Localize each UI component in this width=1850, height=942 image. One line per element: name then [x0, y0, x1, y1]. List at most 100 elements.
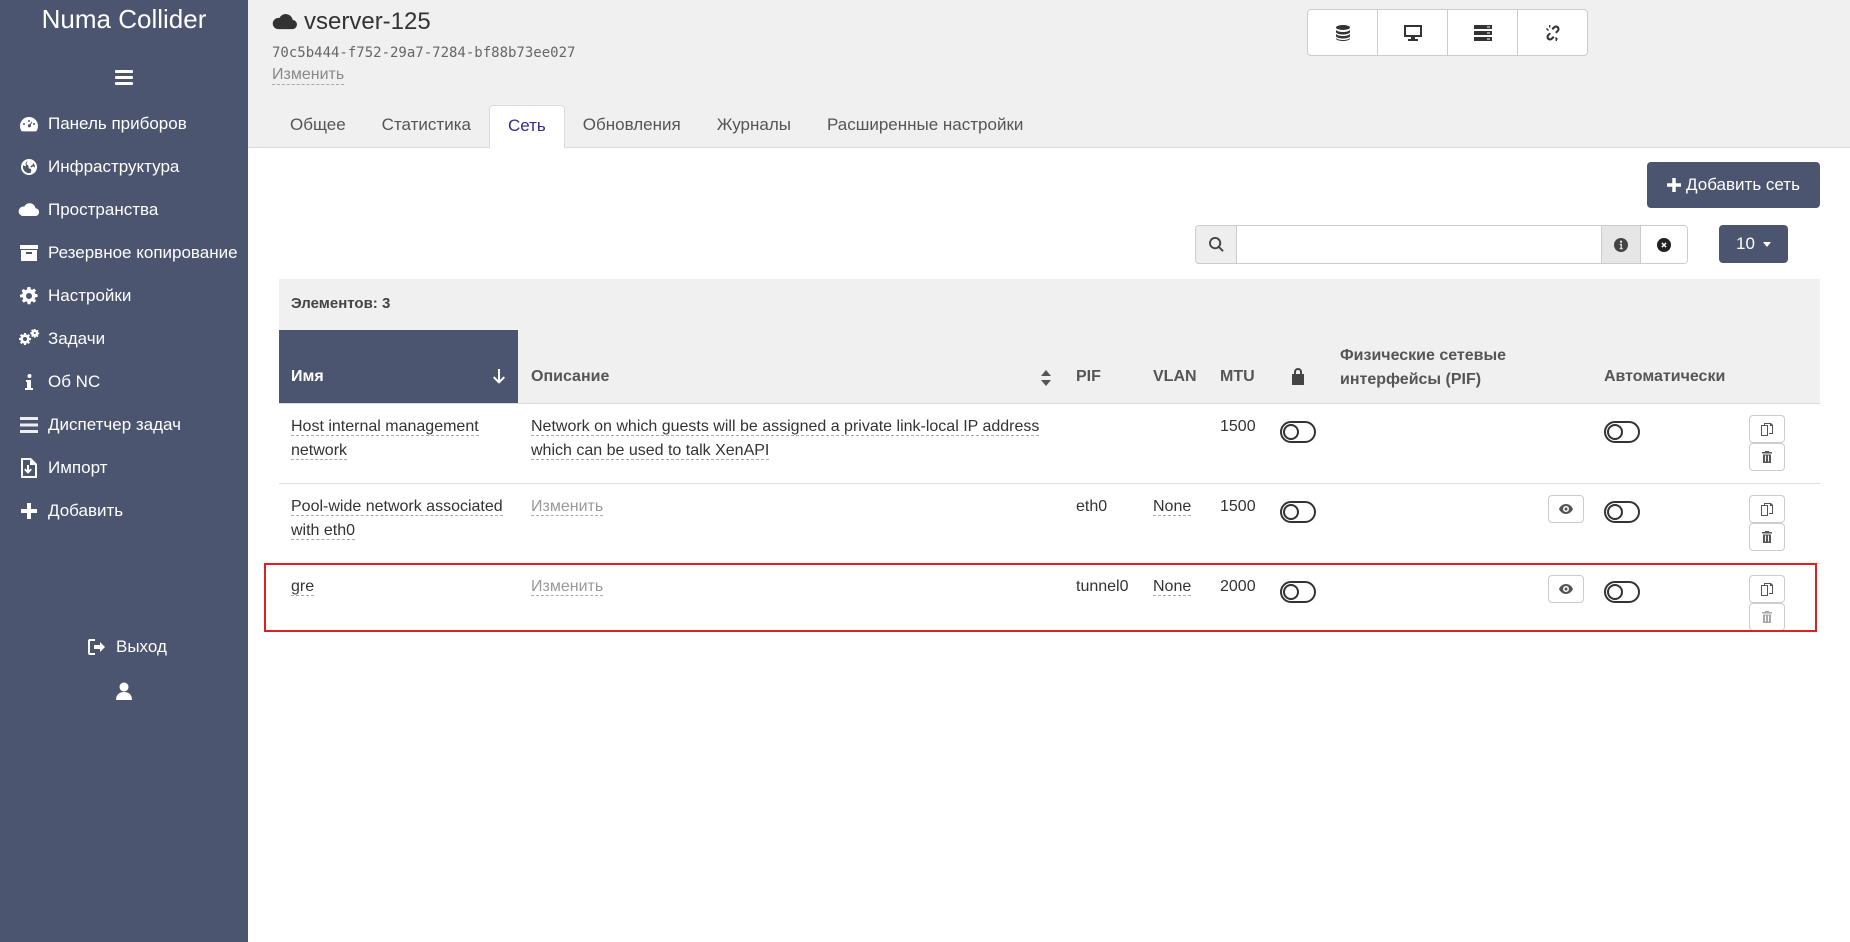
sidebar-item-jobs[interactable]: Задачи — [18, 325, 105, 353]
network-pif: eth0 — [1076, 498, 1108, 515]
sidebar-item-label: Задачи — [48, 329, 106, 348]
lock-toggle[interactable] — [1280, 581, 1316, 603]
eye-icon — [1559, 584, 1573, 594]
page-header: vserver-125 70c5b444-f752-29a7-7284-bf88… — [248, 0, 1850, 149]
tab-general[interactable]: Общее — [272, 105, 364, 147]
console-button[interactable] — [1378, 10, 1448, 55]
network-description[interactable]: Network on which guests will be assigned… — [531, 418, 1040, 460]
sidebar-item-dashboard[interactable]: Панель приборов — [18, 110, 187, 138]
tab-stats[interactable]: Статистика — [364, 105, 489, 147]
copy-icon — [1761, 422, 1773, 436]
user-icon[interactable] — [116, 682, 132, 705]
brand-title[interactable]: Numa Collider — [0, 4, 248, 35]
lock-toggle[interactable] — [1280, 421, 1316, 443]
sidebar-item-label: Пространства — [48, 200, 159, 219]
plus-icon — [18, 501, 40, 521]
column-header-name[interactable]: Имя — [279, 330, 518, 403]
items-count-bar: Элементов: 3 — [279, 279, 1820, 331]
sort-icon[interactable] — [1041, 370, 1051, 386]
sidebar-item-spaces[interactable]: Пространства — [18, 196, 158, 224]
sidebar-item-import[interactable]: Импорт — [18, 454, 107, 482]
network-name[interactable]: Host internal management network — [291, 418, 479, 460]
tab-network[interactable]: Сеть — [488, 105, 565, 149]
dashboard-icon — [18, 114, 40, 134]
plus-icon — [1667, 178, 1682, 192]
network-vlan[interactable]: None — [1153, 498, 1192, 516]
delete-button[interactable] — [1749, 443, 1785, 471]
network-name[interactable]: Pool-wide network associated with eth0 — [291, 498, 503, 540]
sidebar-item-label: Инфраструктура — [48, 157, 180, 176]
trash-icon — [1762, 611, 1772, 623]
table-row: gre Изменить tunnel0 None 2000 — [279, 563, 1820, 632]
copy-icon — [1761, 582, 1773, 596]
automatic-toggle[interactable] — [1604, 581, 1640, 603]
table-header: Имя Описание PIF VLAN MTU Физические сет… — [279, 330, 1820, 404]
sidebar-item-about[interactable]: Об NC — [18, 368, 100, 396]
network-description[interactable]: Изменить — [531, 498, 604, 516]
column-header-vlan: VLAN — [1153, 368, 1197, 385]
automatic-toggle[interactable] — [1604, 501, 1640, 523]
sidebar-item-settings[interactable]: Настройки — [18, 282, 131, 310]
close-circle-icon — [1657, 237, 1671, 252]
delete-button[interactable] — [1749, 603, 1785, 631]
sidebar-item-label: Диспетчер задач — [48, 415, 181, 434]
sidebar-item-label: Добавить — [48, 501, 124, 520]
eye-icon — [1559, 504, 1573, 514]
sign-out-icon — [88, 639, 105, 655]
sidebar-item-label: Настройки — [48, 286, 132, 305]
automatic-toggle[interactable] — [1604, 421, 1640, 443]
page-size-dropdown[interactable]: 10 — [1719, 225, 1788, 263]
search-clear-button[interactable] — [1640, 226, 1687, 263]
table-row: Host internal management network Network… — [279, 403, 1820, 484]
console-icon — [1403, 24, 1422, 41]
sidebar-item-task-manager[interactable]: Диспетчер задач — [18, 411, 181, 439]
gear-icon — [18, 286, 40, 306]
column-header-mtu: MTU — [1220, 368, 1255, 385]
column-header-automatic: Автоматически — [1604, 368, 1726, 385]
view-pifs-button[interactable] — [1548, 495, 1584, 523]
search-help-button[interactable] — [1601, 226, 1640, 263]
column-header-description[interactable]: Описание — [531, 368, 609, 386]
column-header-pifs: Физические сетевые интерфейсы (PIF) — [1340, 347, 1507, 388]
view-pifs-button[interactable] — [1548, 575, 1584, 603]
sidebar-item-label: Резервное копирование — [48, 243, 238, 262]
sidebar-item-label: Об NC — [48, 372, 101, 391]
vm-name: vserver-125 — [304, 8, 431, 35]
unlink-button[interactable] — [1518, 10, 1587, 55]
add-network-label: Добавить сеть — [1686, 175, 1800, 194]
edit-description-link[interactable]: Изменить — [272, 66, 345, 85]
copy-button[interactable] — [1749, 575, 1785, 603]
delete-button[interactable] — [1749, 523, 1785, 551]
menu-toggle-icon[interactable] — [115, 70, 133, 86]
page-size-value: 10 — [1736, 234, 1755, 253]
caret-down-icon — [1762, 241, 1771, 247]
tab-updates[interactable]: Обновления — [565, 105, 699, 147]
server-list-button[interactable] — [1448, 10, 1518, 55]
sidebar: Numa Collider Панель приборов Инфраструк… — [0, 0, 248, 942]
network-description[interactable]: Изменить — [531, 578, 604, 596]
tab-bar: Общее Статистика Сеть Обновления Журналы… — [272, 105, 1041, 149]
logout-label: Выход — [116, 637, 167, 656]
sidebar-item-add[interactable]: Добавить — [18, 497, 123, 525]
copy-button[interactable] — [1749, 495, 1785, 523]
add-network-button[interactable]: Добавить сеть — [1647, 162, 1820, 208]
sidebar-item-infrastructure[interactable]: Инфраструктура — [18, 153, 179, 181]
search-input[interactable] — [1237, 226, 1601, 263]
lock-toggle[interactable] — [1280, 501, 1316, 523]
logout-button[interactable]: Выход — [88, 637, 167, 657]
network-vlan[interactable]: None — [1153, 578, 1192, 596]
copy-icon — [1761, 502, 1773, 516]
network-mtu: 1500 — [1220, 498, 1256, 515]
network-name[interactable]: gre — [291, 578, 315, 596]
cloud-icon — [272, 14, 297, 30]
database-button[interactable] — [1308, 10, 1378, 55]
info-circle-icon — [1614, 237, 1628, 252]
globe-icon — [18, 157, 40, 177]
search-icon — [1196, 226, 1237, 263]
tab-advanced[interactable]: Расширенные настройки — [809, 105, 1041, 147]
server-list-icon — [1473, 24, 1492, 41]
copy-button[interactable] — [1749, 415, 1785, 443]
tab-logs[interactable]: Журналы — [699, 105, 809, 147]
sidebar-item-backup[interactable]: Резервное копирование — [18, 239, 238, 267]
trash-icon — [1762, 531, 1772, 543]
